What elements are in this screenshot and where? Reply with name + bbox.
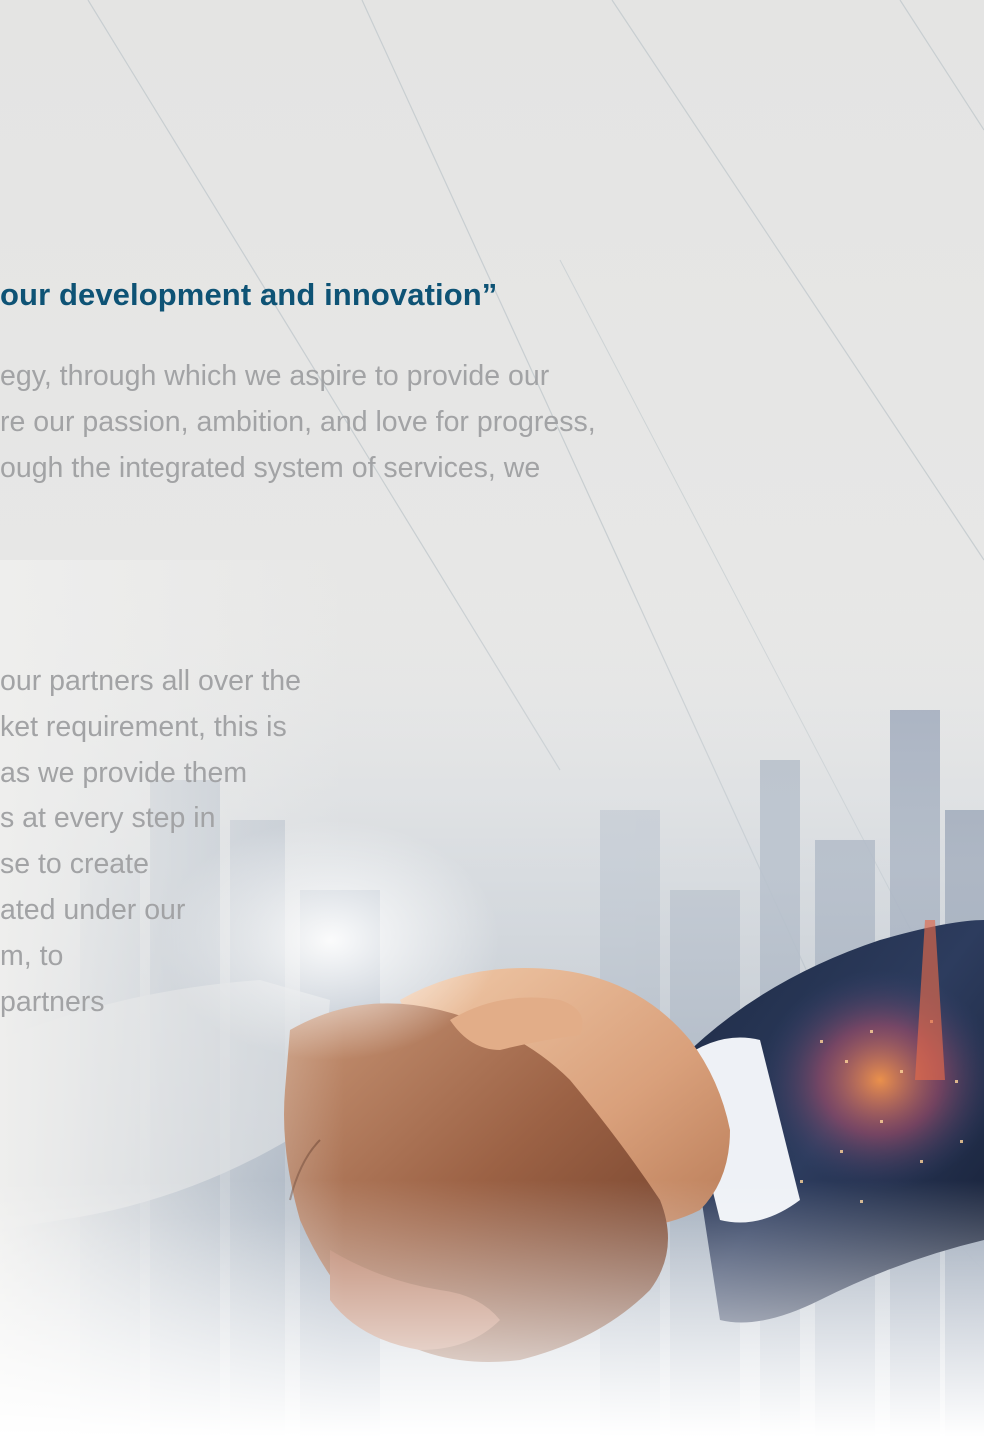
- intro-paragraph: egy, through which we aspire to provide …: [0, 354, 596, 491]
- paragraph-line: se to create: [0, 848, 149, 881]
- paragraph-line: our partners all over the: [0, 665, 301, 697]
- diagonal-line: [899, 0, 984, 131]
- paragraph-line: ket requirement, this is: [0, 710, 287, 743]
- partners-paragraph: our partners all over the ket requiremen…: [0, 659, 301, 1025]
- diagonal-line: [611, 0, 984, 561]
- paragraph-line: as we provide them: [0, 756, 248, 789]
- paragraph-line: m, to: [0, 939, 64, 972]
- paragraph-line: partners: [0, 985, 105, 1018]
- quote-headline: our development and innovation”: [0, 277, 498, 312]
- brochure-page: our development and innovation” egy, thr…: [0, 0, 984, 1437]
- paragraph-line: s at every step in: [0, 802, 216, 835]
- paragraph-line: ated under our: [0, 893, 186, 926]
- paragraph-line: ough the integrated system of services, …: [0, 451, 541, 484]
- paragraph-line: egy, through which we aspire to provide …: [0, 360, 550, 392]
- paragraph-line: re our passion, ambition, and love for p…: [0, 405, 596, 438]
